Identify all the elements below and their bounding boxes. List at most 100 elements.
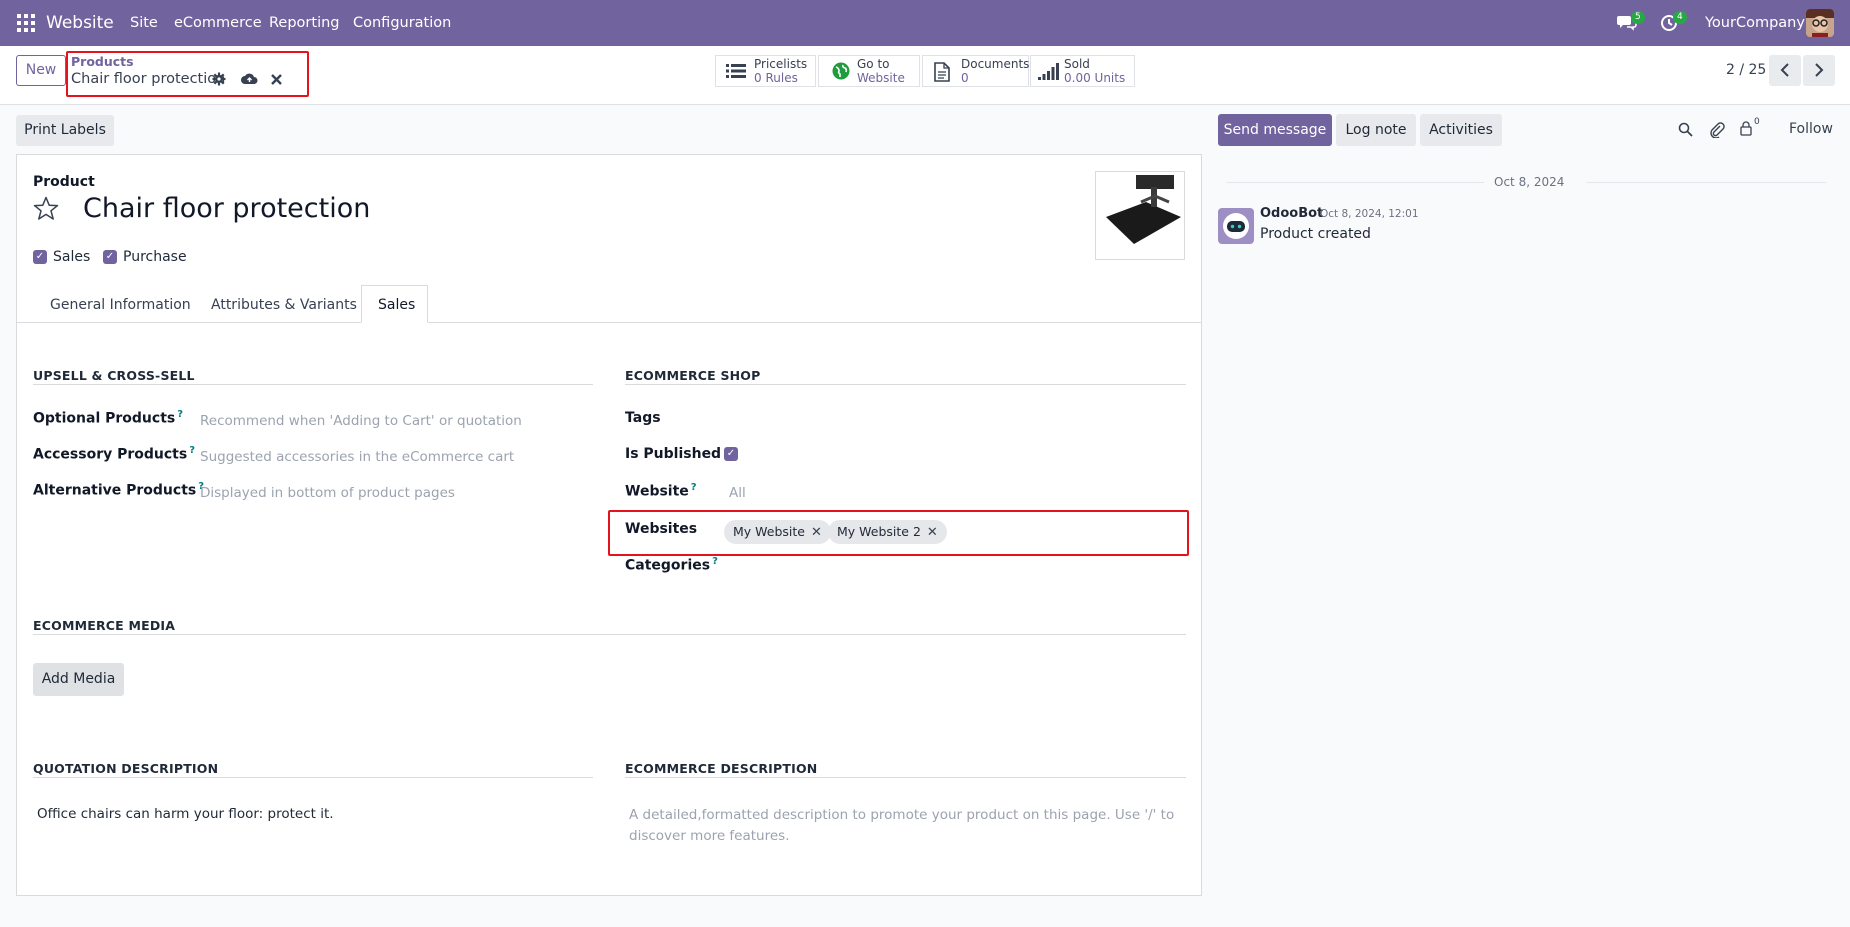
user-avatar[interactable] [1806,9,1834,37]
ecommerce-media-section-title: ECOMMERCE MEDIA [33,618,176,633]
product-label: Product [33,174,95,190]
date-separator-line-right [1586,182,1826,183]
tab-sales-label: Sales [378,297,416,313]
sold-label: Sold [1064,57,1090,71]
purchase-checkbox-label[interactable]: Purchase [123,249,187,265]
alternative-products-input[interactable]: Displayed in bottom of product pages [200,485,455,501]
new-button[interactable]: New [16,55,66,86]
sales-checkbox[interactable]: ✓ [33,250,47,264]
discard-close-icon[interactable] [271,73,282,89]
pager-previous-button[interactable] [1769,55,1801,86]
website-tag-my-website-2[interactable]: My Website 2 ✕ [828,520,947,544]
documents-label: Documents [961,57,1030,71]
website-tag-my-website[interactable]: My Website ✕ [724,520,831,544]
ecommerce-description-section-title: ECOMMERCE DESCRIPTION [625,761,818,776]
accessory-products-input[interactable]: Suggested accessories in the eCommerce c… [200,449,514,465]
product-name-field[interactable]: Chair floor protection [83,193,370,224]
menu-reporting[interactable]: Reporting [269,15,340,31]
sales-checkbox-label[interactable]: Sales [53,249,90,265]
purchase-checkbox[interactable]: ✓ [103,250,117,264]
pricelists-label: Pricelists [754,57,808,71]
log-note-button[interactable]: Log note [1336,114,1416,146]
date-separator-line-left [1226,182,1484,183]
smart-button-pricelists[interactable]: Pricelists 0 Rules [715,55,816,87]
website-select[interactable]: All [729,485,746,501]
pricelists-value: 0 Rules [754,71,798,85]
accessory-products-label: Accessory Products? [33,445,196,463]
product-image[interactable] [1095,171,1185,260]
document-icon [934,62,950,86]
optional-products-label: Optional Products? [33,409,184,427]
website-label: Website? [625,482,697,500]
chevron-right-icon [1815,63,1824,77]
follow-button[interactable]: Follow [1789,121,1833,137]
send-message-button[interactable]: Send message [1218,114,1332,146]
pager-next-button[interactable] [1803,55,1835,86]
breadcrumb-current-record: Chair floor protection [71,71,226,87]
add-media-button[interactable]: Add Media [33,663,124,696]
paperclip-icon[interactable] [1709,121,1725,142]
message-timestamp: Oct 8, 2024, 12:01 [1320,208,1419,220]
is-published-checkbox[interactable]: ✓ [724,447,738,461]
apps-menu-icon[interactable] [17,14,35,32]
remove-tag-icon[interactable]: ✕ [927,525,938,540]
ecommerce-shop-section-title: ECOMMERCE SHOP [625,368,761,383]
website-label: Website [857,71,905,85]
tags-label: Tags [625,410,661,426]
tab-sales[interactable]: Sales [361,285,428,323]
app-name[interactable]: Website [46,13,114,33]
date-separator: Oct 8, 2024 [1494,175,1565,189]
globe-icon [832,62,850,84]
documents-value: 0 [961,71,969,85]
breadcrumb-products[interactable]: Products [71,54,134,69]
odoobot-avatar [1218,208,1254,244]
alternative-products-label: Alternative Products? [33,481,205,499]
smart-button-go-to-website[interactable]: Go to Website [818,55,920,87]
message-author[interactable]: OdooBot [1260,206,1323,221]
cloud-save-icon[interactable] [241,72,258,89]
ecommerce-shop-section-divider [625,384,1186,385]
quotation-description-section-title: QUOTATION DESCRIPTION [33,761,219,776]
top-navbar: Website Site eCommerce Reporting Configu… [0,0,1850,46]
categories-input[interactable] [723,554,1183,580]
activities-button[interactable]: Activities [1420,114,1502,146]
menu-site[interactable]: Site [130,15,158,31]
quotation-description-divider [33,777,593,778]
ecommerce-description-placeholder-line2[interactable]: discover more features. [629,828,790,844]
list-icon [726,62,746,84]
upsell-section-title: UPSELL & CROSS-SELL [33,368,195,383]
tabs-underline [16,322,1202,323]
upsell-section-divider [33,384,593,385]
menu-configuration[interactable]: Configuration [353,15,451,31]
search-icon[interactable] [1678,122,1693,141]
menu-ecommerce[interactable]: eCommerce [174,15,262,31]
websites-label: Websites [625,521,698,537]
tab-attributes-variants[interactable]: Attributes & Variants [211,297,357,313]
tags-input[interactable] [723,404,1183,430]
followers-count: 0 [1754,117,1760,127]
print-labels-button[interactable]: Print Labels [16,115,114,146]
smart-button-documents[interactable]: Documents 0 [922,55,1029,87]
messages-badge: 5 [1631,11,1645,24]
ecommerce-media-section-divider [33,634,1186,635]
activities-badge: 4 [1673,11,1687,24]
sold-value: 0.00 Units [1064,71,1126,85]
is-published-label: Is Published [625,446,722,462]
tab-general-information[interactable]: General Information [50,297,191,313]
company-switcher[interactable]: YourCompany [1705,15,1805,31]
signal-bars-icon [1038,63,1060,85]
followers-lock-icon[interactable] [1740,121,1752,140]
ecommerce-description-placeholder-line1[interactable]: A detailed,formatted description to prom… [629,807,1174,823]
chevron-left-icon [1780,63,1789,77]
favorite-star-icon[interactable] [33,196,59,225]
message-body: Product created [1260,226,1371,242]
quotation-description-text[interactable]: Office chairs can harm your floor: prote… [37,806,334,822]
pager-value[interactable]: 2 / 25 [1726,62,1766,78]
categories-label: Categories? [625,556,718,574]
smart-button-sold[interactable]: Sold 0.00 Units [1030,55,1135,87]
ecommerce-description-divider [625,777,1186,778]
optional-products-input[interactable]: Recommend when 'Adding to Cart' or quota… [200,413,522,429]
remove-tag-icon[interactable]: ✕ [811,525,822,540]
gear-icon[interactable] [212,72,226,90]
go-to-label: Go to [857,57,890,71]
